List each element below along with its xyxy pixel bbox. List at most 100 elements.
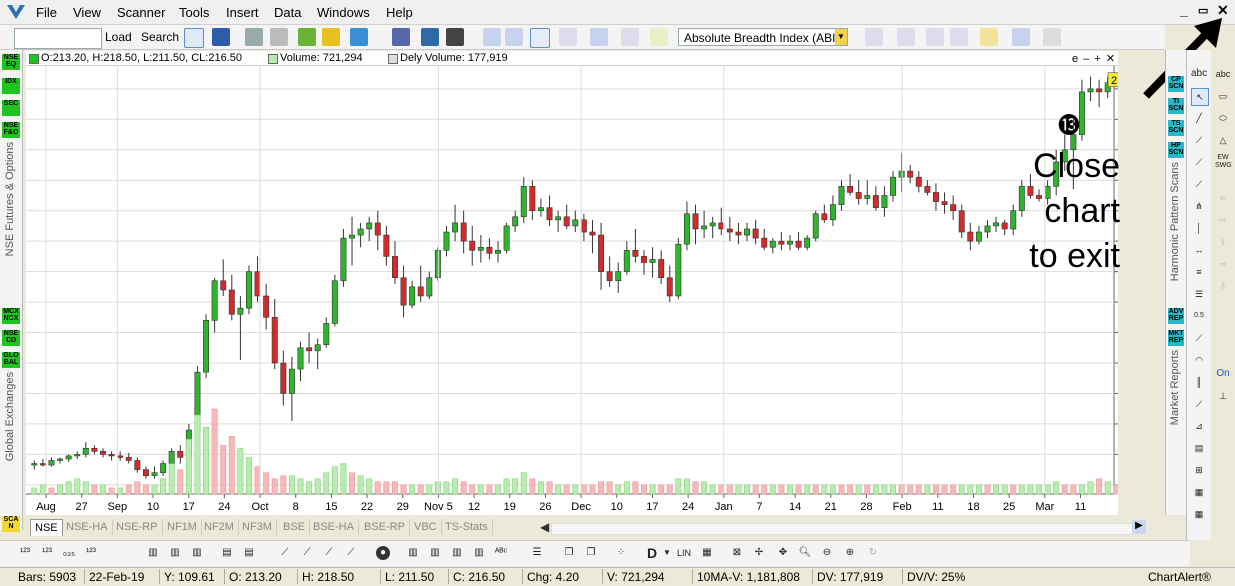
ti-scan-button[interactable]: TI SCN [1168, 98, 1184, 114]
bar-tool-5-icon[interactable]: ▤ [242, 546, 256, 560]
nse-futures-label[interactable]: NSE Futures & Options [4, 142, 16, 256]
load-button[interactable]: Load [105, 30, 132, 44]
menu-windows[interactable]: Windows [317, 5, 370, 20]
pointer-tool-icon[interactable]: ↖ [1191, 88, 1209, 106]
menu-tools[interactable]: Tools [179, 5, 209, 20]
dw-icon[interactable] [298, 28, 316, 46]
print-preview-icon[interactable] [270, 28, 288, 46]
lines-icon[interactable] [590, 28, 608, 46]
bars-1-icon[interactable]: ▥ [406, 546, 420, 560]
fan-tool-icon[interactable]: ⟋ [1191, 330, 1207, 346]
ts-scan-button[interactable]: TS SCN [1168, 120, 1184, 136]
numbered-1-icon[interactable]: ¹²³ [18, 546, 32, 560]
arrow-4-icon[interactable]: ⇨ [1215, 256, 1231, 272]
scroll-left-icon[interactable]: ◀ [540, 520, 549, 534]
search-button[interactable]: Search [141, 30, 179, 44]
tab-nf2m[interactable]: NF2M [200, 519, 239, 535]
trend-icon[interactable] [1012, 28, 1030, 46]
stack-tool-icon[interactable]: ≡ [1191, 264, 1207, 280]
chart-window-buttons[interactable]: e – + ✕ [1072, 52, 1116, 65]
market-reports-label[interactable]: Market Reports [1169, 350, 1181, 425]
tab-nse-rp[interactable]: NSE-RP [112, 519, 163, 535]
ma-icon[interactable] [621, 28, 639, 46]
on-toggle[interactable]: On [1215, 366, 1231, 382]
numbered-3-icon[interactable]: ₀₃₅ [62, 546, 76, 560]
fib-tool-icon[interactable]: ☰ [1191, 286, 1207, 302]
m-icon[interactable] [350, 28, 368, 46]
list-icon[interactable]: ☰ [530, 546, 544, 560]
bars-2-icon[interactable]: ▥ [428, 546, 442, 560]
tab-nse[interactable]: NSE [30, 519, 63, 536]
fibo-icon[interactable] [865, 28, 883, 46]
cp-scan-button[interactable]: CP SCN [1168, 76, 1184, 92]
nse-fo-button[interactable]: NSE F&O [2, 122, 20, 138]
period-chevron-icon[interactable]: ▼ [660, 546, 674, 560]
tab-bse[interactable]: BSE [279, 519, 311, 535]
hline-tool-icon[interactable]: ↔ [1191, 242, 1207, 258]
save-icon[interactable] [212, 28, 230, 46]
zoom-out-icon[interactable]: ⊖ [820, 546, 834, 560]
tab-bse-ha[interactable]: BSE-HA [309, 519, 359, 535]
arrow-1-icon[interactable]: ⇦ [1215, 190, 1231, 206]
tab-nf3m[interactable]: NF3M [238, 519, 277, 535]
harmonic-scans-label[interactable]: Harmonic Pattern Scans [1169, 162, 1181, 281]
nse-cd-button[interactable]: NSE CD [2, 330, 20, 346]
numbered-4-icon[interactable]: ¹²³ [84, 546, 98, 560]
menu-scanner[interactable]: Scanner [117, 5, 165, 20]
cycle-tool-icon[interactable]: ║ [1191, 374, 1207, 390]
candlestick-chart[interactable]: 8090100110120130140150160170180190200210… [26, 66, 1118, 515]
vertical-line-icon[interactable]: │ [1191, 220, 1207, 236]
period-button[interactable]: D [645, 546, 659, 560]
globe-icon[interactable] [421, 28, 439, 46]
indicator-select[interactable]: Absolute Breadth Index (ABI ▼ [678, 28, 848, 46]
text-tool[interactable]: abc [1191, 66, 1207, 82]
tools-icon[interactable] [392, 28, 410, 46]
copy-icon[interactable]: ❐ [562, 546, 576, 560]
ts-icon[interactable] [980, 28, 998, 46]
arrow-2-icon[interactable]: ⇨ [1215, 212, 1231, 228]
linear-scale-button[interactable]: LIN [674, 546, 694, 560]
tab-vbc[interactable]: VBC [410, 519, 442, 535]
record-icon[interactable]: ● [376, 546, 390, 560]
tab-bse-rp[interactable]: BSE-RP [360, 519, 410, 535]
abc-icon[interactable]: ᴬᴮᶜ [494, 546, 508, 560]
pattern-icon[interactable] [650, 28, 668, 46]
pivot-icon[interactable] [897, 28, 915, 46]
menu-view[interactable]: View [73, 5, 101, 20]
bar-tool-2-icon[interactable]: ▥ [168, 546, 182, 560]
52w-hilo-icon[interactable] [559, 28, 577, 46]
global-exchanges-label[interactable]: Global Exchanges [4, 372, 16, 461]
indicator-icon[interactable] [530, 28, 550, 48]
ratio-tool-icon[interactable]: 0.5 [1191, 308, 1207, 324]
global-button[interactable]: GLO BAL [2, 352, 20, 368]
zoom-search-icon[interactable]: 🔍︎ [798, 546, 812, 560]
candle-chart-icon[interactable] [505, 28, 523, 46]
speed-tool-icon[interactable]: ⟋ [1191, 396, 1207, 412]
pan-icon[interactable]: ✥ [776, 546, 790, 560]
triangle-shape-icon[interactable]: △ [1215, 132, 1231, 148]
settings-icon[interactable] [950, 28, 968, 46]
sl-tool-icon[interactable]: ⟋ [1191, 132, 1207, 148]
zoom-fit-icon[interactable]: ⊠ [730, 546, 744, 560]
symbol-input[interactable] [14, 28, 102, 49]
draw-tool-1-icon[interactable]: ⟋ [278, 546, 292, 560]
adv-report-button[interactable]: ADV REP [1168, 308, 1184, 324]
bar-tool-3-icon[interactable]: ▥ [190, 546, 204, 560]
arrow-5-icon[interactable]: ⇩ [1215, 278, 1231, 294]
refresh-icon[interactable]: ↻ [866, 546, 880, 560]
scan-button[interactable]: SCA N [2, 516, 20, 532]
ruler-icon[interactable]: ⊥ [1215, 388, 1231, 404]
dots-icon[interactable]: ⁘ [614, 546, 628, 560]
crosshair-icon[interactable]: ✢ [752, 546, 766, 560]
bar-tool-1-icon[interactable]: ▥ [146, 546, 160, 560]
arrow-3-icon[interactable]: ⇧ [1215, 234, 1231, 250]
menu-insert[interactable]: Insert [226, 5, 259, 20]
arc-tool-icon[interactable]: ◠ [1191, 352, 1207, 368]
tab-nf1m[interactable]: NF1M [163, 519, 202, 535]
paste-icon[interactable]: ❐ [584, 546, 598, 560]
cursor-icon[interactable] [184, 28, 204, 48]
table2-tool-icon[interactable]: ▦ [1191, 506, 1207, 522]
price-chart-area[interactable]: 8090100110120130140150160170180190200210… [26, 66, 1118, 515]
app-logo-icon[interactable] [6, 3, 26, 21]
ellipse-icon[interactable]: ⬭ [1215, 110, 1231, 126]
